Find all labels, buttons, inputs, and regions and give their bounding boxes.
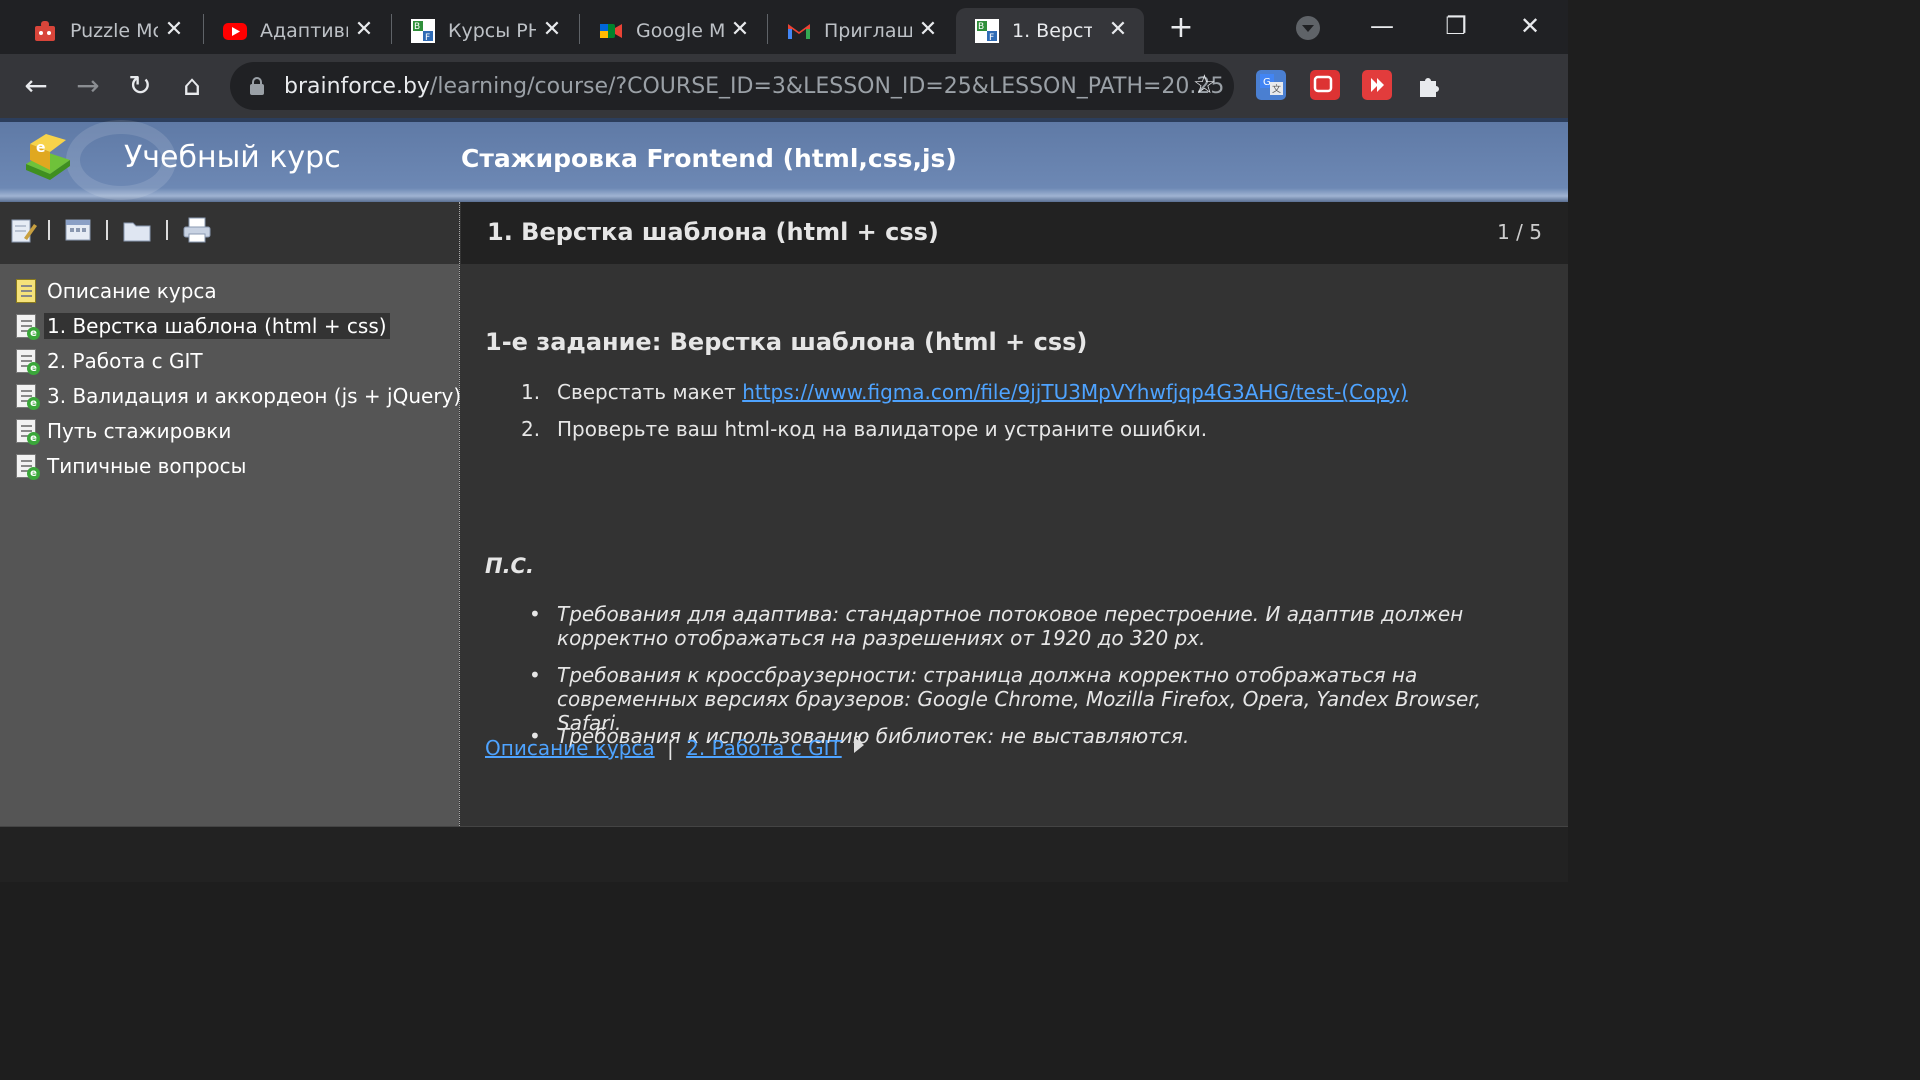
browser-tab-active[interactable]: BF 1. Верстк ✕ <box>956 8 1144 54</box>
prev-lesson-link[interactable]: Описание курса <box>485 736 655 760</box>
course-logo-icon: e <box>20 130 76 186</box>
banner-title: Учебный курс <box>124 140 341 175</box>
video-downloader-extension-icon[interactable] <box>1362 70 1392 100</box>
browser-toolbar: ← → ↻ ⌂ brainforce.by/learning/course/?C… <box>0 54 1568 162</box>
tab-title: Курсы PH <box>448 20 536 42</box>
sidebar-item-label: Описание курса <box>47 279 217 303</box>
tab-title: 1. Верстк <box>1012 20 1092 42</box>
browser-tab-strip: Puzzle Mc ✕ Адаптивн ✕ BF Курсы PH ✕ Goo… <box>0 0 1568 54</box>
svg-text:G: G <box>1263 77 1271 88</box>
toolbar-divider <box>106 220 108 240</box>
task-title: 1-е задание: Верстка шаблона (html + css… <box>485 328 1088 356</box>
page-footer <box>0 826 1568 882</box>
figma-link[interactable]: https://www.figma.com/file/9jjTU3MpVYhwf… <box>742 380 1407 404</box>
browser-tab[interactable]: Google M ✕ <box>566 8 766 54</box>
lock-icon[interactable] <box>250 77 264 95</box>
lesson-counter: 1 / 5 <box>1497 220 1542 244</box>
svg-text:e: e <box>36 140 46 156</box>
course-name: Стажировка Frontend (html,css,js) <box>461 144 957 173</box>
tab-title: Адаптивн <box>260 20 348 42</box>
screen-recorder-extension-icon[interactable] <box>1310 70 1340 100</box>
new-tab-button[interactable]: + <box>1166 13 1196 43</box>
restore-window-button[interactable]: ❐ <box>1436 8 1476 44</box>
puzzle-icon <box>32 18 58 44</box>
ps-heading: П.С. <box>485 554 534 578</box>
close-tab-icon[interactable]: ✕ <box>916 18 940 42</box>
course-book-icon <box>14 277 40 305</box>
close-tab-icon[interactable]: ✕ <box>352 18 376 42</box>
minimize-window-button[interactable]: — <box>1362 8 1402 44</box>
calendar-icon[interactable] <box>64 216 92 244</box>
course-banner: e Учебный курс Стажировка Frontend (html… <box>0 118 1568 202</box>
lesson-doc-icon: e <box>14 382 40 410</box>
tab-title: Приглаш <box>824 20 912 42</box>
sidebar-item-label: Путь стажировки <box>47 419 232 443</box>
browser-tab[interactable]: BF Курсы PH ✕ <box>378 8 578 54</box>
browser-tab[interactable]: Адаптивн ✕ <box>190 8 390 54</box>
folder-icon[interactable] <box>122 216 151 244</box>
back-button[interactable]: ← <box>18 68 54 104</box>
close-tab-icon[interactable]: ✕ <box>728 18 752 42</box>
tab-search-icon[interactable] <box>1296 16 1320 40</box>
forward-button[interactable]: → <box>70 68 106 104</box>
print-icon[interactable] <box>182 216 211 244</box>
brainforce-icon: BF <box>974 18 1000 44</box>
brainforce-icon: BF <box>410 18 436 44</box>
sidebar-item-label: 1. Верстка шаблона (html + css) <box>44 313 390 339</box>
lesson-doc-icon: e <box>14 417 40 445</box>
lesson-doc-icon: e <box>14 312 40 340</box>
close-tab-icon[interactable]: ✕ <box>540 18 564 42</box>
toolbar-divider <box>166 220 168 240</box>
sidebar-item-lesson-3[interactable]: e 3. Валидация и аккордеон (js + jQuery) <box>14 381 464 411</box>
lesson-doc-icon: e <box>14 347 40 375</box>
next-arrow-icon[interactable] <box>854 737 865 753</box>
sidebar-item-label: Типичные вопросы <box>47 454 247 478</box>
close-window-button[interactable]: ✕ <box>1510 8 1550 44</box>
sidebar-item-internship-path[interactable]: e Путь стажировки <box>14 416 234 446</box>
lesson-title: 1. Верстка шаблона (html + css) <box>487 218 939 246</box>
sidebar-toolbar <box>0 202 459 264</box>
extensions-puzzle-icon[interactable] <box>1414 70 1444 100</box>
google-meet-icon <box>598 18 624 44</box>
list-item: 2. Проверьте ваш html-код на валидаторе и… <box>521 417 1208 441</box>
url-text[interactable]: brainforce.by/learning/course/?COURSE_ID… <box>284 74 1224 99</box>
course-sidebar: Описание курса e 1. Верстка шаблона (htm… <box>0 202 461 826</box>
svg-text:F: F <box>425 33 430 43</box>
lesson-header: 1. Верстка шаблона (html + css) 1 / 5 <box>461 202 1568 264</box>
google-translate-icon[interactable]: G文 <box>1256 70 1286 100</box>
browser-tab[interactable]: Puzzle Mc ✕ <box>0 8 200 54</box>
svg-text:B: B <box>978 22 984 32</box>
sidebar-item-course-description[interactable]: Описание курса <box>14 276 220 306</box>
close-tab-icon[interactable]: ✕ <box>162 18 186 42</box>
tab-title: Puzzle Mc <box>70 20 158 42</box>
svg-text:B: B <box>414 22 420 32</box>
sidebar-item-lesson-2[interactable]: e 2. Работа с GIT <box>14 346 206 376</box>
reload-button[interactable]: ↻ <box>122 68 158 104</box>
next-lesson-link[interactable]: 2. Работа с GIT <box>686 736 842 760</box>
close-tab-icon[interactable]: ✕ <box>1106 18 1130 42</box>
edit-icon[interactable] <box>10 216 38 244</box>
svg-text:F: F <box>989 33 994 43</box>
nav-separator: | <box>667 736 674 760</box>
home-button[interactable]: ⌂ <box>174 68 210 104</box>
toolbar-divider <box>48 220 50 240</box>
gmail-icon <box>786 18 812 44</box>
tab-title: Google M <box>636 20 724 42</box>
list-item: 1. Сверстать макет https://www.figma.com/… <box>521 380 1408 404</box>
list-item: • Требования для адаптива: стандартное по… <box>529 602 1464 650</box>
address-bar[interactable]: brainforce.by/learning/course/?COURSE_ID… <box>230 62 1234 110</box>
browser-tab[interactable]: Приглаш ✕ <box>754 8 954 54</box>
lesson-navigation: Описание курса | 2. Работа с GIT <box>485 736 865 760</box>
sidebar-item-label: 3. Валидация и аккордеон (js + jQuery) <box>47 384 462 408</box>
lesson-content: 1. Верстка шаблона (html + css) 1 / 5 1-… <box>461 202 1568 826</box>
sidebar-item-lesson-1[interactable]: e 1. Верстка шаблона (html + css) <box>14 311 390 341</box>
page: e Учебный курс Стажировка Frontend (html… <box>0 118 1568 882</box>
sidebar-item-label: 2. Работа с GIT <box>47 349 203 373</box>
lesson-doc-icon: e <box>14 452 40 480</box>
svg-text:文: 文 <box>1272 83 1281 95</box>
bookmark-star-icon[interactable]: ☆ <box>1193 70 1216 100</box>
youtube-icon <box>222 18 248 44</box>
sidebar-item-faq[interactable]: e Типичные вопросы <box>14 451 249 481</box>
